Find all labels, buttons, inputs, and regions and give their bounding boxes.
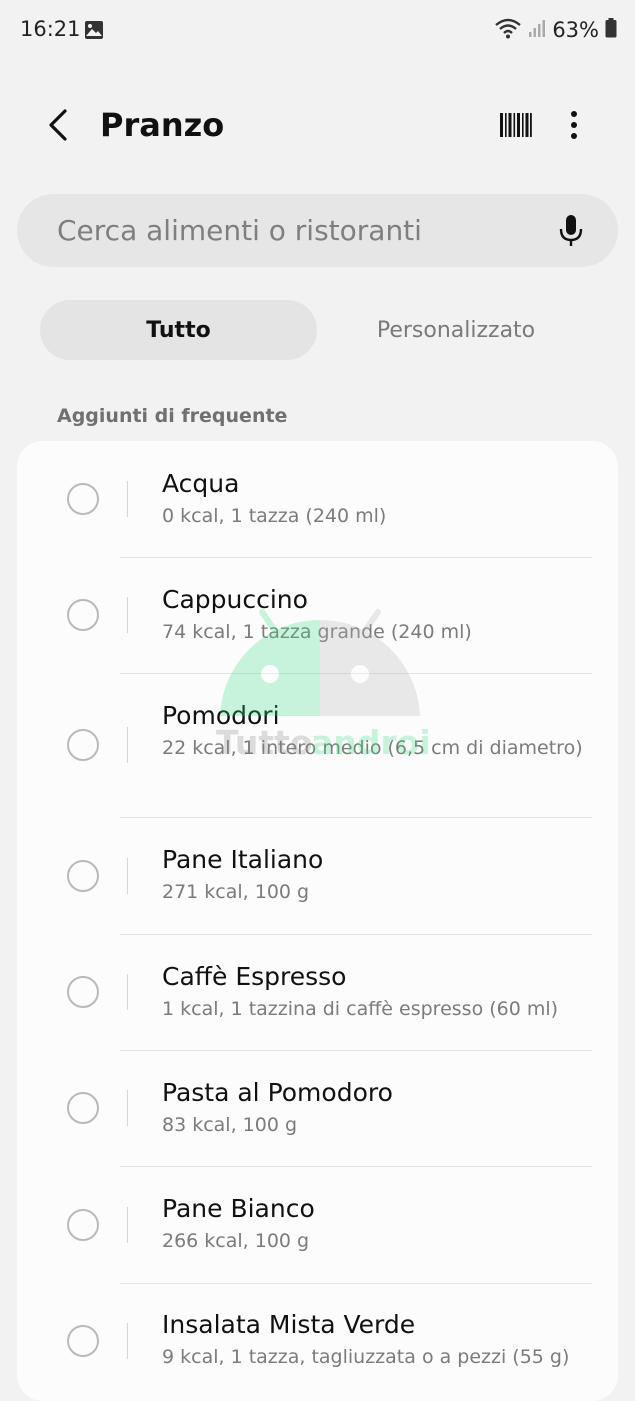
separator [127,1207,128,1243]
select-radio[interactable] [67,1325,99,1357]
gallery-icon [84,20,104,44]
food-name: Acqua [162,469,240,498]
battery-percentage: 63% [552,18,599,42]
barcode-scan-button[interactable] [498,110,534,140]
separator [127,974,128,1010]
more-options-button[interactable] [560,106,588,144]
separator [127,597,128,633]
food-description: 266 kcal, 100 g [162,1230,310,1252]
separator [127,727,128,763]
food-description: 1 kcal, 1 tazzina di caffè espresso (60 … [162,998,559,1020]
filter-tabs: Tutto Personalizzato [40,300,595,360]
select-radio[interactable] [67,860,99,892]
separator [127,1323,128,1359]
app-bar: Pranzo [0,90,635,160]
select-radio[interactable] [67,599,99,631]
list-item[interactable]: Caffè Espresso 1 kcal, 1 tazzina di caff… [17,934,618,1050]
microphone-icon [559,215,583,246]
status-time: 16:21 [20,17,81,41]
tab-all[interactable]: Tutto [40,300,317,360]
food-description: 271 kcal, 100 g [162,881,310,903]
page-title: Pranzo [100,106,225,144]
back-arrow-icon [49,109,67,141]
tab-custom[interactable]: Personalizzato [317,300,595,360]
food-description: 74 kcal, 1 tazza grande (240 ml) [162,621,472,643]
food-name: Pasta al Pomodoro [162,1078,393,1107]
list-item[interactable]: Pomodori 22 kcal, 1 intero medio (6,5 cm… [17,673,618,817]
back-button[interactable] [38,104,78,146]
select-radio[interactable] [67,976,99,1008]
status-bar: 16:21 63% [0,0,635,62]
list-item[interactable]: Pasta al Pomodoro 83 kcal, 100 g [17,1050,618,1166]
food-description: 9 kcal, 1 tazza, tagliuzzata o a pezzi (… [162,1346,570,1368]
signal-icon [528,18,546,42]
select-radio[interactable] [67,483,99,515]
search-input[interactable] [57,194,537,267]
status-right-cluster: 63% [494,14,617,46]
search-bar [17,194,618,267]
food-name: Cappuccino [162,585,308,614]
list-item[interactable]: Cappuccino 74 kcal, 1 tazza grande (240 … [17,557,618,673]
food-name: Pane Italiano [162,845,324,874]
food-name: Caffè Espresso [162,962,347,991]
list-item[interactable]: Pane Italiano 271 kcal, 100 g [17,817,618,934]
food-name: Pomodori [162,701,280,730]
select-radio[interactable] [67,1092,99,1124]
select-radio[interactable] [67,729,99,761]
list-item[interactable]: Pane Bianco 266 kcal, 100 g [17,1166,618,1283]
list-item[interactable]: Insalata Mista Verde 9 kcal, 1 tazza, ta… [17,1283,618,1401]
food-description: 0 kcal, 1 tazza (240 ml) [162,505,387,527]
food-description: 22 kcal, 1 intero medio (6,5 cm di diame… [162,737,583,759]
food-list: Acqua 0 kcal, 1 tazza (240 ml) Cappuccin… [17,441,618,1401]
section-title: Aggiunti di frequente [57,405,288,427]
select-radio[interactable] [67,1209,99,1241]
battery-icon [605,18,617,42]
more-vertical-icon [571,111,577,139]
barcode-icon [500,113,532,137]
food-name: Insalata Mista Verde [162,1310,416,1339]
voice-search-button[interactable] [553,212,589,250]
separator [127,858,128,894]
separator [127,1090,128,1126]
food-name: Pane Bianco [162,1194,315,1223]
wifi-icon [494,17,522,43]
food-description: 83 kcal, 100 g [162,1114,298,1136]
list-item[interactable]: Acqua 0 kcal, 1 tazza (240 ml) [17,441,618,557]
separator [127,481,128,517]
